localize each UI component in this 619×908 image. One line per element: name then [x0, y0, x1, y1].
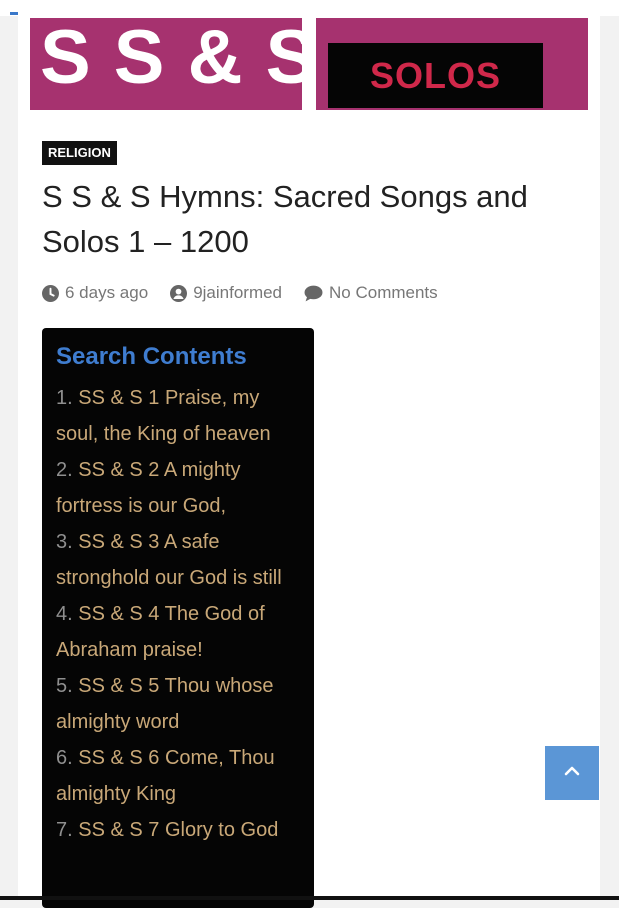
comment-icon	[304, 285, 323, 302]
bottom-edge	[0, 896, 619, 900]
toc-item-link[interactable]: SS & S 5 Thou whose almighty word	[56, 675, 274, 733]
toc-item-link[interactable]: SS & S 3 A safe stronghold our God is st…	[56, 531, 282, 589]
chevron-up-icon	[564, 764, 580, 782]
toc-item-link[interactable]: SS & S 7 Glory to God	[78, 819, 278, 841]
toc-item-link[interactable]: SS & S 6 Come, Thou almighty King	[56, 747, 275, 805]
toc-item-link[interactable]: SS & S 1 Praise, my soul, the King of he…	[56, 387, 271, 445]
post-author-text: 9jainformed	[193, 283, 283, 302]
toc-item[interactable]: 1. SS & S 1 Praise, my soul, the King of…	[56, 380, 306, 452]
post-date[interactable]: 6 days ago	[42, 283, 148, 303]
post-comments-text: No Comments	[329, 283, 438, 302]
banner-left-text: S S & S	[40, 18, 302, 100]
toc-item-number: 1.	[56, 387, 73, 409]
post-date-text: 6 days ago	[65, 283, 149, 302]
toc-item-number: 5.	[56, 675, 73, 697]
toc-item[interactable]: 7. SS & S 7 Glory to God	[56, 812, 306, 848]
toc-item-number: 2.	[56, 459, 73, 481]
toc-list: 1. SS & S 1 Praise, my soul, the King of…	[56, 380, 306, 848]
scroll-to-top-button[interactable]	[545, 746, 599, 800]
post-comments[interactable]: No Comments	[304, 283, 438, 303]
toc-item[interactable]: 6. SS & S 6 Come, Thou almighty King	[56, 740, 306, 812]
toc-item[interactable]: 2. SS & S 2 A mighty fortress is our God…	[56, 452, 306, 524]
banner-logo-right[interactable]: SOLOS	[316, 18, 588, 110]
user-icon	[170, 284, 188, 302]
banner-logo-left[interactable]: S S & S	[30, 18, 302, 110]
banner-solos-box: SOLOS	[328, 43, 543, 108]
toc-item-number: 6.	[56, 747, 73, 769]
table-of-contents: Search Contents 1. SS & S 1 Praise, my s…	[42, 328, 314, 908]
toc-heading: Search Contents	[56, 343, 247, 370]
toc-item[interactable]: 3. SS & S 3 A safe stronghold our God is…	[56, 524, 306, 596]
post-meta: 6 days ago 9jainformed No Comments	[42, 282, 460, 304]
category-badge[interactable]: RELIGION	[42, 141, 117, 165]
post-author[interactable]: 9jainformed	[170, 283, 282, 303]
toc-item[interactable]: 4. SS & S 4 The God of Abraham praise!	[56, 596, 306, 668]
toc-item-number: 7.	[56, 819, 73, 841]
banner-right-text: SOLOS	[369, 54, 502, 96]
toc-item-link[interactable]: SS & S 4 The God of Abraham praise!	[56, 603, 265, 661]
toc-item-link[interactable]: SS & S 2 A mighty fortress is our God,	[56, 459, 241, 517]
toc-item-number: 4.	[56, 603, 73, 625]
toc-item[interactable]: 5. SS & S 5 Thou whose almighty word	[56, 668, 306, 740]
toc-item-number: 3.	[56, 531, 73, 553]
post-title: S S & S Hymns: Sacred Songs and Solos 1 …	[42, 179, 528, 259]
clock-icon	[42, 284, 59, 302]
